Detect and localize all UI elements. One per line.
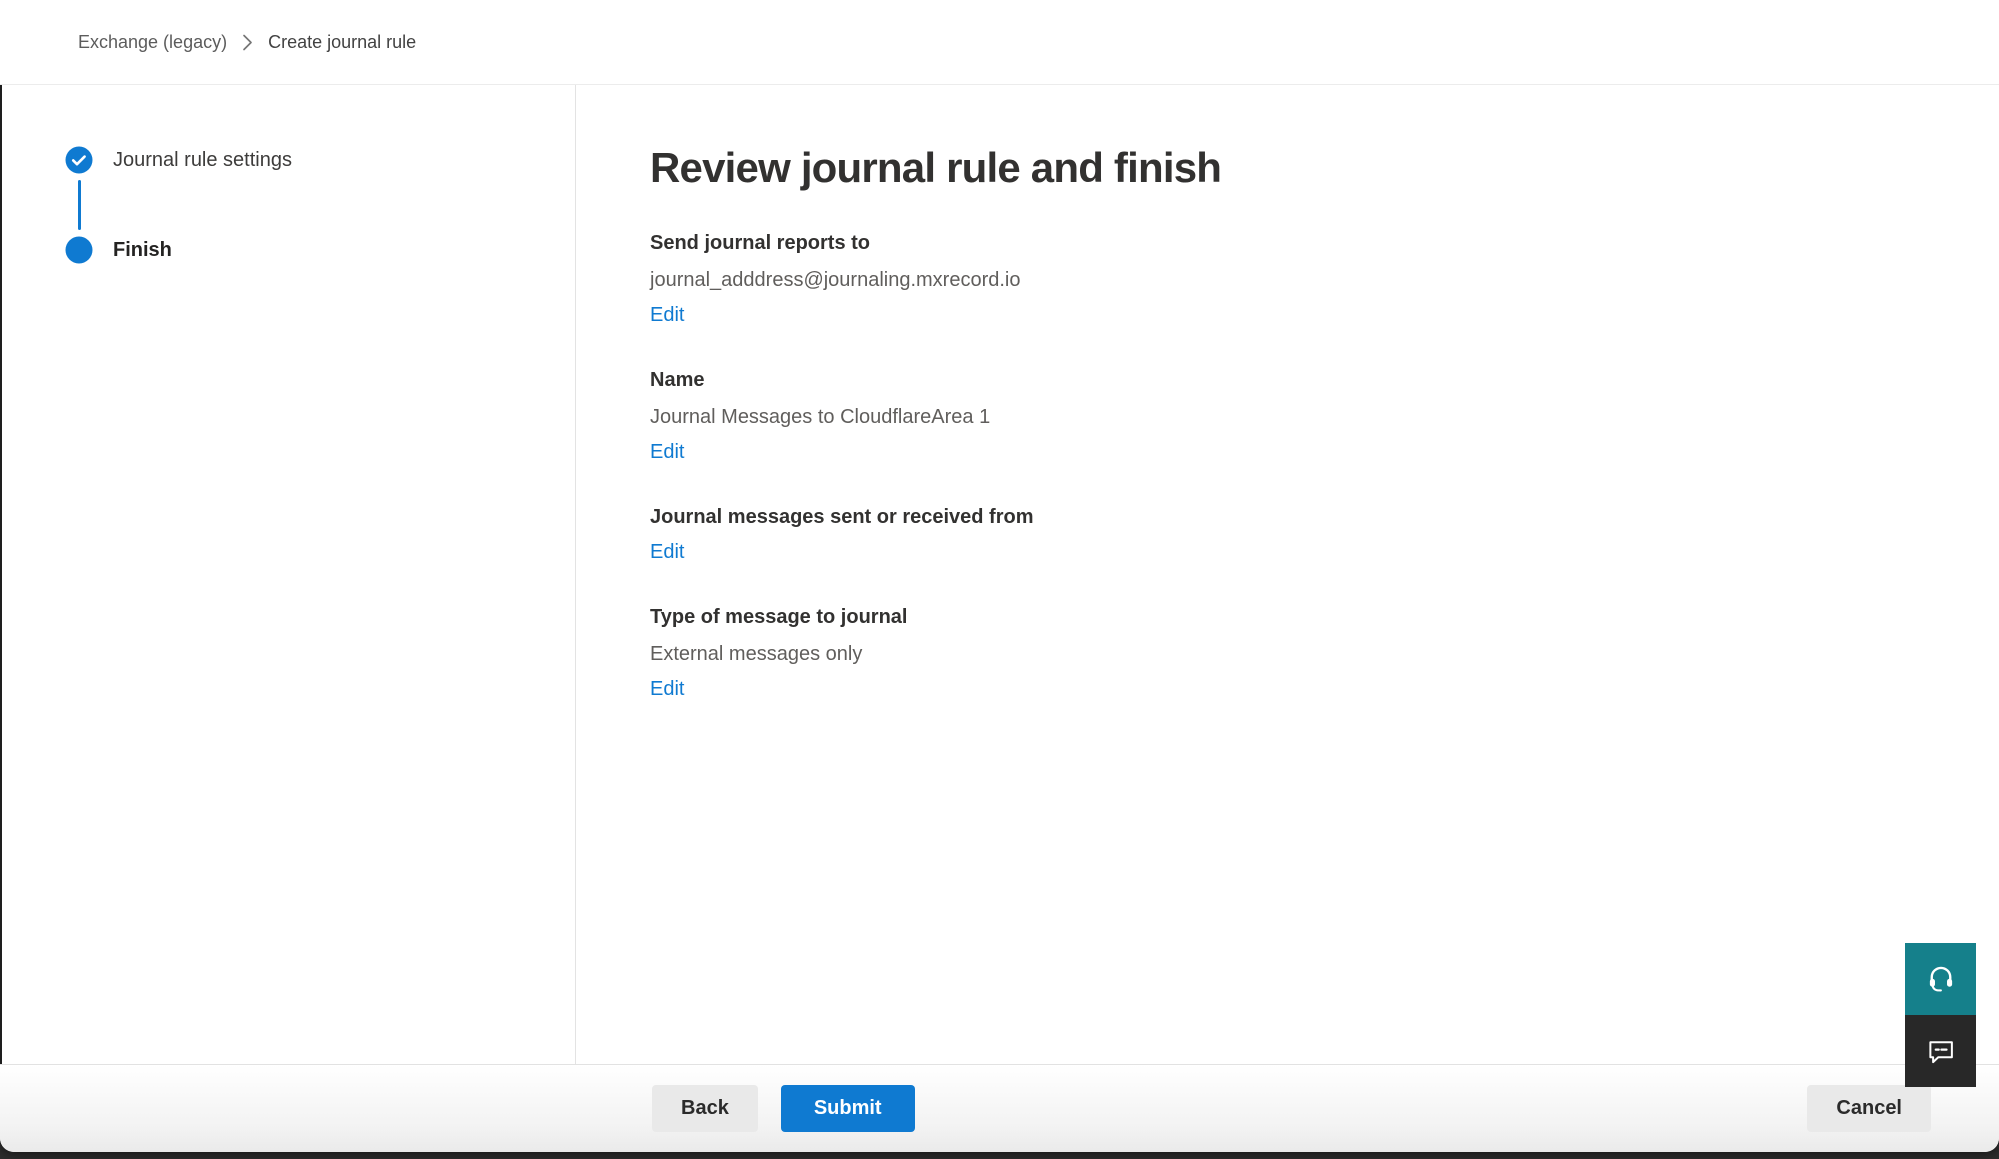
edit-name-link[interactable]: Edit: [650, 439, 684, 466]
rule-name-value: Journal Messages to CloudflareArea 1: [650, 404, 1959, 431]
feedback-button[interactable]: [1905, 1015, 1976, 1087]
journal-report-address-value: journal_adddress@journaling.mxrecord.io: [650, 267, 1959, 294]
wizard-steps-panel: Journal rule settings Finish: [0, 85, 576, 1064]
footer-bar: Back Submit Cancel: [0, 1064, 1999, 1152]
content-row: Journal rule settings Finish Review jour…: [0, 85, 1999, 1064]
step-connector-line: [78, 180, 81, 230]
breadcrumb-exchange-legacy[interactable]: Exchange (legacy): [78, 32, 227, 53]
section-label: Journal messages sent or received from: [650, 504, 1959, 531]
section-send-journal-reports-to: Send journal reports to journal_adddress…: [650, 230, 1959, 329]
breadcrumb-create-journal-rule: Create journal rule: [268, 32, 416, 53]
section-type-of-message: Type of message to journal External mess…: [650, 604, 1959, 703]
section-journal-messages-sent-or-received: Journal messages sent or received from E…: [650, 504, 1959, 566]
edit-send-journal-reports-link[interactable]: Edit: [650, 302, 684, 329]
review-pane: Review journal rule and finish Send jour…: [576, 85, 1999, 1064]
section-label: Send journal reports to: [650, 230, 1959, 257]
left-edge-line: [0, 85, 2, 1064]
back-button[interactable]: Back: [652, 1085, 758, 1132]
step-label-finish: Finish: [113, 239, 172, 262]
completed-check-icon: [65, 146, 93, 174]
app-window: Exchange (legacy) Create journal rule Jo…: [0, 0, 1999, 1152]
headset-icon: [1926, 964, 1956, 994]
wizard-step-finish[interactable]: Finish: [65, 236, 575, 264]
submit-button[interactable]: Submit: [781, 1085, 915, 1132]
breadcrumb: Exchange (legacy) Create journal rule: [78, 32, 416, 53]
current-step-dot-icon: [65, 236, 93, 264]
edit-scope-link[interactable]: Edit: [650, 539, 684, 566]
section-label: Name: [650, 367, 1959, 394]
footer-actions: Back Submit: [652, 1085, 915, 1132]
chat-icon: [1926, 1036, 1956, 1066]
section-label: Type of message to journal: [650, 604, 1959, 631]
step-label-journal-rule-settings: Journal rule settings: [113, 149, 292, 172]
cancel-button[interactable]: Cancel: [1807, 1085, 1931, 1132]
message-type-value: External messages only: [650, 641, 1959, 668]
wizard-step-journal-rule-settings[interactable]: Journal rule settings: [65, 146, 575, 174]
edit-message-type-link[interactable]: Edit: [650, 676, 684, 703]
top-header: Exchange (legacy) Create journal rule: [0, 0, 1999, 85]
section-name: Name Journal Messages to CloudflareArea …: [650, 367, 1959, 466]
help-button[interactable]: [1905, 943, 1976, 1015]
chevron-right-icon: [241, 33, 254, 52]
floating-side-buttons: [1905, 943, 1976, 1087]
page-title: Review journal rule and finish: [650, 143, 1959, 193]
